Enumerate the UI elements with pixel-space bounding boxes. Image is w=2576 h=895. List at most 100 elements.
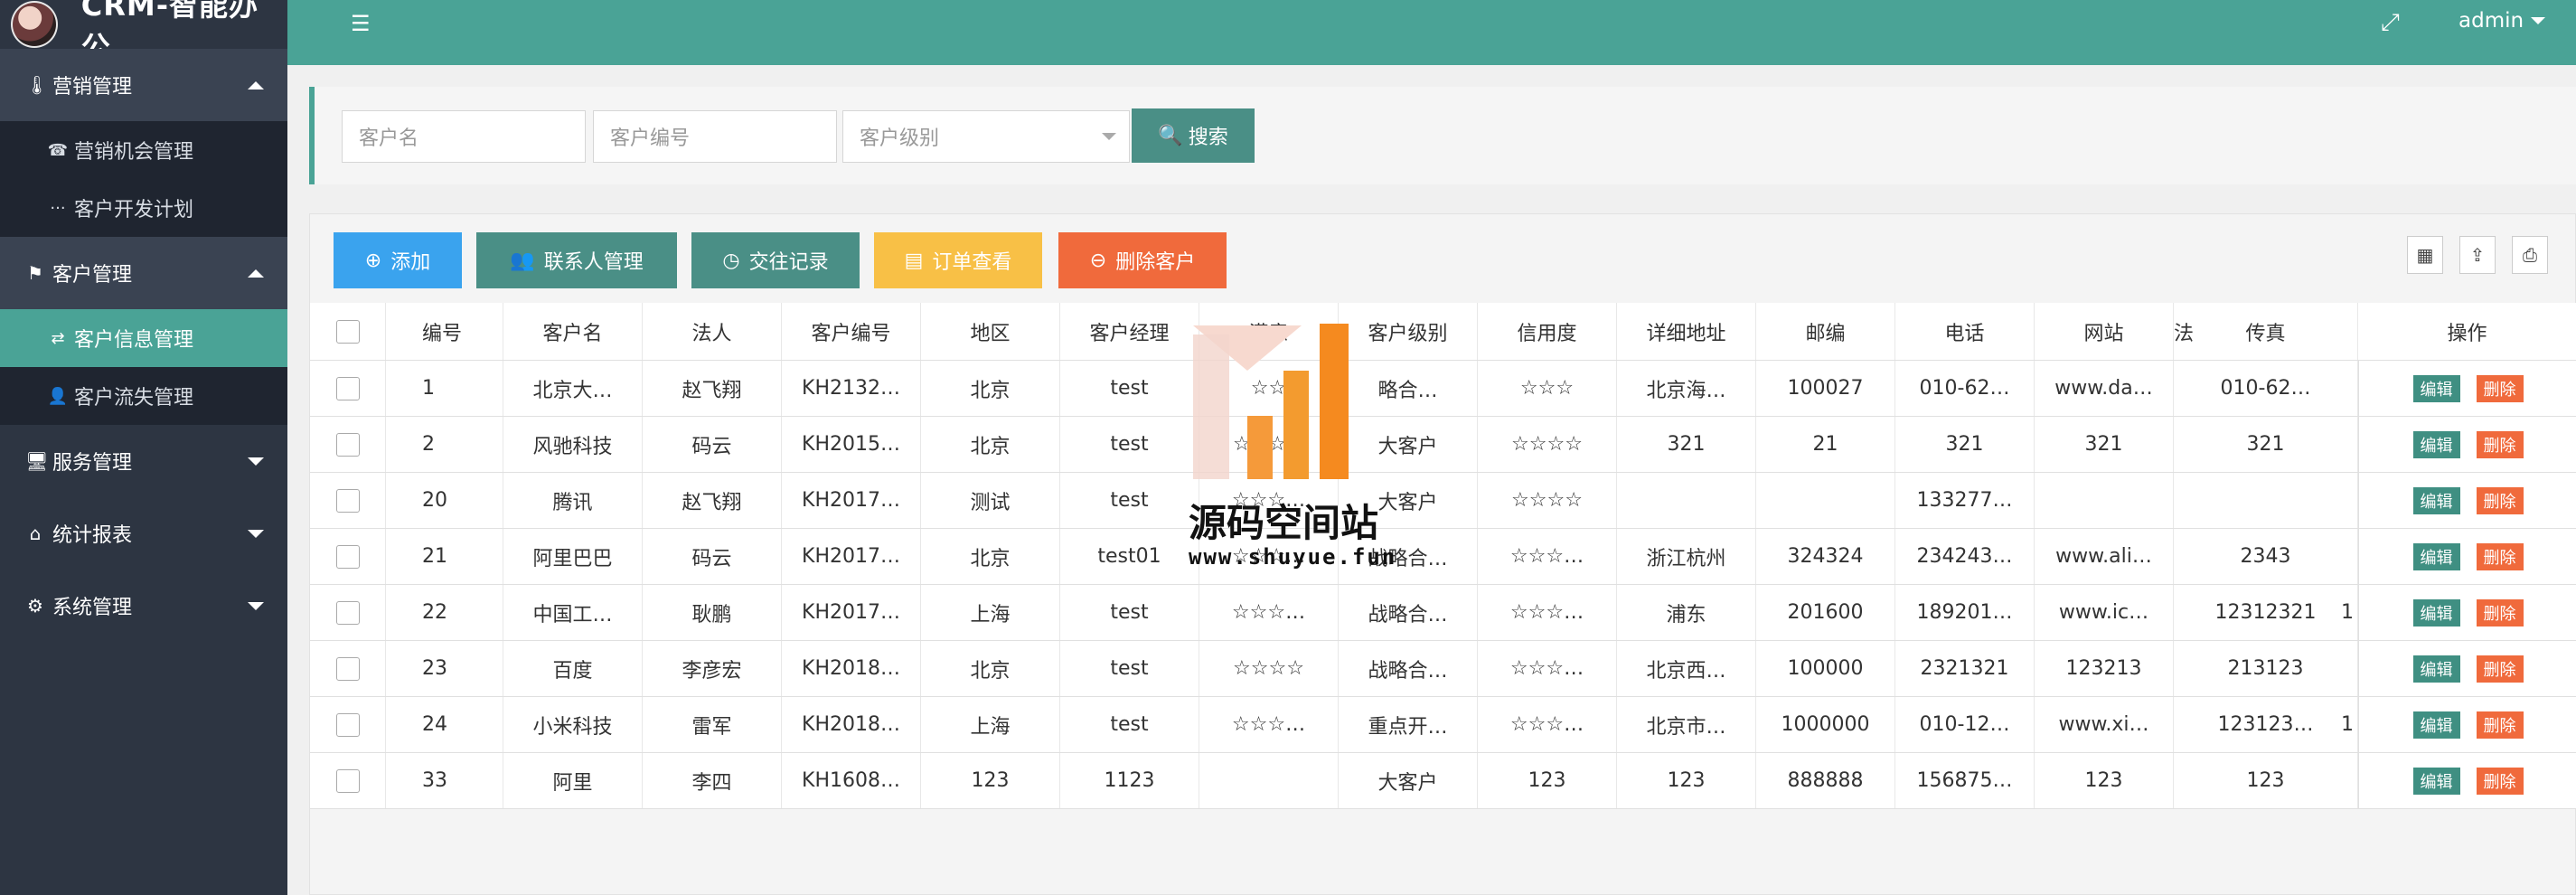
table-cell: 风驰科技 [503, 417, 643, 472]
delete-button[interactable]: 删除 [2476, 711, 2524, 739]
menu-head-label: 营销管理 [52, 76, 133, 99]
edit-button[interactable]: 编辑 [2412, 542, 2460, 570]
search-button[interactable]: 🔍 搜索 [1132, 108, 1255, 163]
customer-level-select-placeholder: 客户级别 [860, 127, 940, 150]
columns-icon[interactable]: ▦ [2407, 236, 2443, 274]
select-all-checkbox[interactable] [335, 319, 360, 344]
menu-toggle-icon[interactable]: ☰ [351, 11, 371, 36]
table-cell: 码云 [643, 529, 782, 584]
table-row[interactable]: 20 腾讯 赵飞翔 KH2017… 测试 test ☆☆☆… 大客户 ☆☆☆☆ 133277… 编辑… [310, 473, 2576, 529]
brand: CRM-智能办公 [0, 0, 287, 64]
delete-customer-button[interactable]: ⊖ 删除客户 [1058, 232, 1227, 288]
delete-button[interactable]: 删除 [2476, 655, 2524, 683]
row-checkbox[interactable] [335, 600, 360, 625]
column-header[interactable]: 邮编 [1756, 303, 1895, 360]
column-header[interactable]: 操作 [2358, 303, 2576, 360]
column-header[interactable]: 客户经理 [1060, 303, 1199, 360]
print-icon[interactable]: ⎙ [2512, 236, 2548, 274]
row-select-cell [310, 473, 386, 528]
table-cell: 23 [386, 641, 503, 696]
table-row[interactable]: 1 北京大… 赵飞翔 KH2132… 北京 test ☆☆ 略合… ☆☆☆ 北京海… 100027 0… [310, 361, 2576, 417]
table-cell: 北京海… [1617, 361, 1756, 416]
table-cell: 阿里巴巴 [503, 529, 643, 584]
edit-button[interactable]: 编辑 [2412, 655, 2460, 683]
menu-head-reports[interactable]: ⌂ 统计报表 [0, 497, 287, 570]
table-row[interactable]: 23 百度 李彦宏 KH2018… 北京 test ☆☆☆☆ 战略合… ☆☆☆… 北京西… 1000… [310, 641, 2576, 697]
table-cell: 156875… [1895, 753, 2035, 808]
menu-head-marketing[interactable]: 🌡 营销管理 [0, 49, 287, 121]
watermark-title: 源码空间站 [1189, 501, 1379, 545]
records-label: 交往记录 [748, 251, 829, 274]
table-cell: 上海 [921, 697, 1060, 752]
row-checkbox[interactable] [335, 768, 360, 793]
table-row[interactable]: 21 阿里巴巴 码云 KH2017… 北京 test01 ☆☆☆… 战略合… ☆☆☆… 浙江杭州 3… [310, 529, 2576, 585]
sidebar-item-customer-info[interactable]: ⇄ 客户信息管理 [0, 309, 287, 367]
avatar[interactable] [11, 1, 58, 48]
column-header[interactable]: 信用度 [1478, 303, 1617, 360]
row-checkbox[interactable] [335, 488, 360, 513]
row-select-cell [310, 697, 386, 752]
column-header[interactable]: 法 [2174, 303, 2358, 360]
row-checkbox[interactable] [335, 544, 360, 569]
sidebar-item-dev-plan[interactable]: ··· 客户开发计划 [0, 179, 287, 237]
table-cell: KH2018… [782, 697, 921, 752]
user-menu[interactable]: admin [2458, 9, 2546, 33]
table-row[interactable]: 33 阿里 李四 KH1608… 123 1123 大客户 123 123 888888 15687… [310, 753, 2576, 809]
orders-button[interactable]: ▤ 订单查看 [874, 232, 1042, 288]
menu-head-customer[interactable]: ⚑ 客户管理 [0, 237, 287, 309]
menu-head-system[interactable]: ⚙ 系统管理 [0, 570, 287, 642]
user-lock-icon: 👤 [47, 386, 69, 406]
delete-button[interactable]: 删除 [2476, 430, 2524, 458]
contacts-button[interactable]: 👥 联系人管理 [476, 232, 677, 288]
table-cell: 321 [1895, 417, 2035, 472]
edit-button[interactable]: 编辑 [2412, 598, 2460, 626]
delete-button[interactable]: 删除 [2476, 767, 2524, 795]
customer-level-select[interactable]: 客户级别 [842, 110, 1130, 163]
delete-button[interactable]: 删除 [2476, 486, 2524, 514]
customer-code-input[interactable]: 客户编号 [593, 110, 837, 163]
sidebar-item-customer-loss[interactable]: 👤 客户流失管理 [0, 367, 287, 425]
customer-code-input-placeholder: 客户编号 [610, 127, 691, 150]
sidebar: CRM-智能办公 🌡 营销管理 ☎ 营销机会管理 ··· 客户开发计划 ⚑ 客户… [0, 0, 287, 895]
export-icon[interactable]: ⇪ [2459, 236, 2496, 274]
menu-head-label: 服务管理 [52, 452, 133, 475]
row-select-cell [310, 753, 386, 808]
row-checkbox[interactable] [335, 656, 360, 681]
table-cell: 中国工… [503, 585, 643, 640]
edit-button[interactable]: 编辑 [2412, 711, 2460, 739]
column-header[interactable]: 客户编号 [782, 303, 921, 360]
add-button[interactable]: ⊕ 添加 [334, 232, 462, 288]
records-button[interactable]: ◷ 交往记录 [691, 232, 860, 288]
table-cell: 21 [1756, 417, 1895, 472]
column-header[interactable]: 电话 [1895, 303, 2035, 360]
menu-head-service[interactable]: 🖥 服务管理 [0, 425, 287, 497]
fullscreen-icon[interactable]: ⤢ [2381, 9, 2400, 37]
table-cell [1756, 473, 1895, 528]
column-header[interactable]: 详细地址 [1617, 303, 1756, 360]
edit-button[interactable]: 编辑 [2412, 430, 2460, 458]
customer-name-input[interactable]: 客户名 [342, 110, 586, 163]
column-header[interactable]: 地区 [921, 303, 1060, 360]
delete-button[interactable]: 删除 [2476, 374, 2524, 402]
table-cell: 1123 [1060, 753, 1199, 808]
table-cell: 234243… [1895, 529, 2035, 584]
row-checkbox[interactable] [335, 712, 360, 737]
row-checkbox[interactable] [335, 376, 360, 400]
table-cell: 2 [386, 417, 503, 472]
edit-button[interactable]: 编辑 [2412, 486, 2460, 514]
column-header[interactable]: 法人 [643, 303, 782, 360]
edit-button[interactable]: 编辑 [2412, 374, 2460, 402]
column-header[interactable]: 网站 [2035, 303, 2174, 360]
table-row[interactable]: 2风驰科技码云KH2015…北京test☆☆☆☆大客户☆☆☆☆321213213… [310, 417, 2576, 473]
column-header[interactable]: 客户名 [503, 303, 643, 360]
delete-button[interactable]: 删除 [2476, 542, 2524, 570]
sidebar-item-opportunity[interactable]: ☎ 营销机会管理 [0, 121, 287, 179]
table-row[interactable]: 22 中国工… 耿鹏 KH2017… 上海 test ☆☆☆… 战略合… ☆☆☆… 浦东 20160… [310, 585, 2576, 641]
delete-button[interactable]: 删除 [2476, 598, 2524, 626]
edit-button[interactable]: 编辑 [2412, 767, 2460, 795]
row-checkbox[interactable] [335, 432, 360, 457]
sidebar-item-label: 客户开发计划 [74, 199, 194, 221]
column-header[interactable]: 编号 [386, 303, 503, 360]
menu-group-customer: ⚑ 客户管理 ⇄ 客户信息管理 👤 客户流失管理 [0, 237, 287, 425]
table-row[interactable]: 24 小米科技 雷军 KH2018… 上海 test ☆☆☆… 重点开… ☆☆☆… 北京市… 100… [310, 697, 2576, 753]
